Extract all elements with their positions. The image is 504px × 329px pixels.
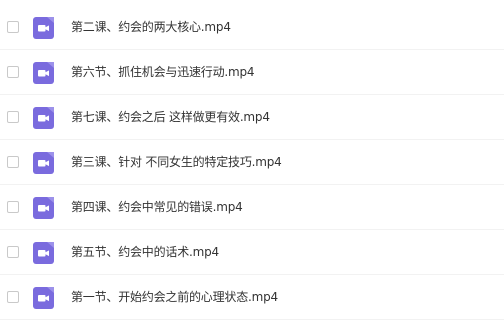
file-row[interactable]: 第三课、针对 不同女生的特定技巧.mp4: [0, 141, 504, 185]
file-row[interactable]: 第七课、约会之后 这样做更有效.mp4: [0, 96, 504, 140]
video-file-icon: [33, 152, 54, 174]
row-checkbox[interactable]: [7, 291, 19, 303]
file-row[interactable]: 第六节、抓住机会与迅速行动.mp4: [0, 51, 504, 95]
file-name[interactable]: 第六节、抓住机会与迅速行动.mp4: [71, 64, 255, 80]
row-checkbox[interactable]: [7, 246, 19, 258]
row-checkbox[interactable]: [7, 156, 19, 168]
file-name[interactable]: 第一节、开始约会之前的心理状态.mp4: [71, 289, 278, 305]
file-row[interactable]: 第五节、约会中的话术.mp4: [0, 231, 504, 275]
row-checkbox[interactable]: [7, 201, 19, 213]
file-name[interactable]: 第三课、针对 不同女生的特定技巧.mp4: [71, 154, 282, 170]
file-row[interactable]: 第一节、开始约会之前的心理状态.mp4: [0, 276, 504, 320]
video-file-icon: [33, 242, 54, 264]
file-row[interactable]: 第二课、约会的两大核心.mp4: [0, 6, 504, 50]
row-checkbox[interactable]: [7, 111, 19, 123]
file-name[interactable]: 第五节、约会中的话术.mp4: [71, 244, 219, 260]
video-file-icon: [33, 17, 54, 39]
file-name[interactable]: 第四课、约会中常见的错误.mp4: [71, 199, 243, 215]
row-checkbox[interactable]: [7, 21, 19, 33]
file-row[interactable]: 第四课、约会中常见的错误.mp4: [0, 186, 504, 230]
video-file-icon: [33, 107, 54, 129]
row-checkbox[interactable]: [7, 66, 19, 78]
video-file-icon: [33, 287, 54, 309]
file-name[interactable]: 第七课、约会之后 这样做更有效.mp4: [71, 109, 270, 125]
video-file-icon: [33, 62, 54, 84]
file-list: 第二课、约会的两大核心.mp4 第六节、抓住机会与迅速行动.mp4 第七课、约会…: [0, 0, 504, 329]
file-name[interactable]: 第二课、约会的两大核心.mp4: [71, 19, 231, 35]
video-file-icon: [33, 197, 54, 219]
